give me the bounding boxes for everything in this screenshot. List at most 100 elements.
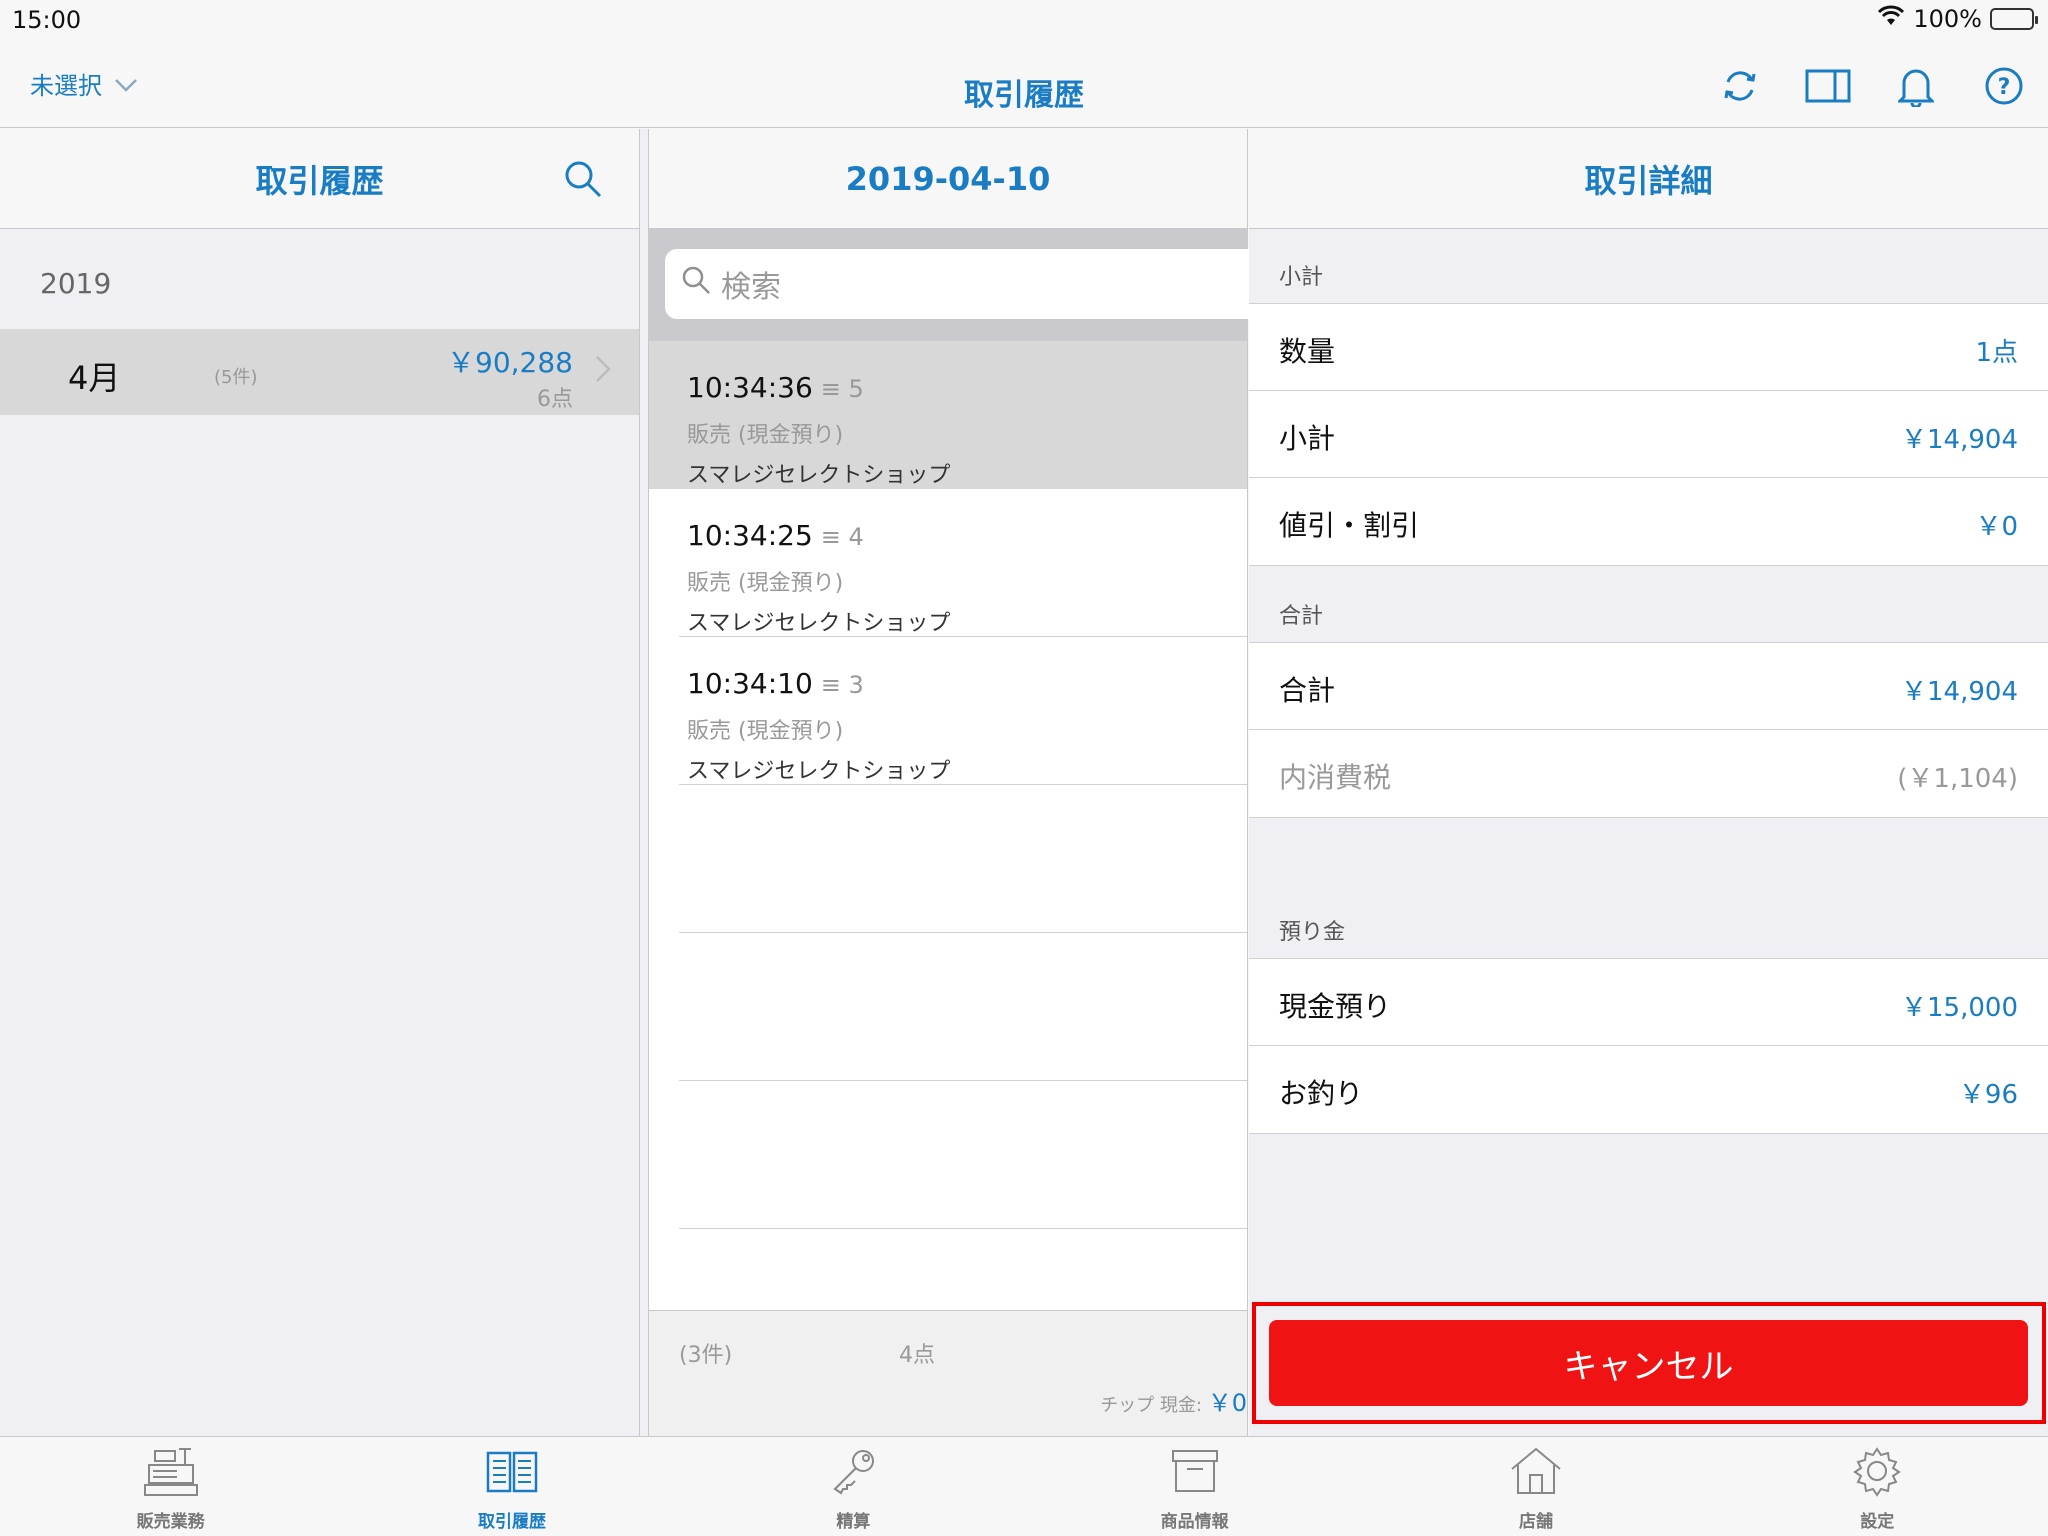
transaction-time: 10:34:36 bbox=[687, 371, 813, 404]
deposit-group: 現金預り ￥15,000 お釣り ￥96 bbox=[1249, 958, 2048, 1134]
detail-value: ￥96 bbox=[1958, 1080, 2018, 1110]
status-right: 100% bbox=[1877, 5, 2038, 33]
tip-label: チップ 現金: bbox=[1100, 1395, 1202, 1416]
empty-row bbox=[649, 1081, 1247, 1229]
month-count: (5件) bbox=[214, 367, 258, 388]
cancel-highlight: キャンセル bbox=[1252, 1302, 2046, 1424]
key-icon bbox=[823, 1445, 883, 1501]
transaction-shop: スマレジセレクトショップ bbox=[687, 611, 951, 636]
transaction-type: 販売 (現金預り) bbox=[687, 719, 844, 744]
tab-bar: 販売業務 取引履歴 精算 商品情報 店舗 設定 bbox=[0, 1436, 2048, 1536]
transaction-row[interactable]: 10:34:25 ≡ 4 販売 (現金預り) スマレジセレクトショップ bbox=[649, 489, 1247, 637]
nav-bar: 未選択 取引履歴 ? bbox=[0, 40, 2048, 128]
history-column: 取引履歴 2019 4月 (5件) ￥90,288 6点 bbox=[0, 129, 640, 1436]
detail-value: ￥14,904 bbox=[1901, 677, 2018, 707]
detail-row-cash: 現金預り ￥15,000 bbox=[1249, 959, 2048, 1046]
detail-value: ￥0 bbox=[1975, 512, 2018, 542]
tip-value: ￥0 bbox=[1207, 1389, 1247, 1417]
status-bar: 15:00 100% bbox=[0, 0, 2048, 40]
nav-actions: ? bbox=[1716, 62, 2028, 110]
detail-header: 取引詳細 bbox=[1249, 129, 2048, 229]
transaction-type: 販売 (現金預り) bbox=[687, 423, 844, 448]
detail-row-change: お釣り ￥96 bbox=[1249, 1046, 2048, 1133]
battery-icon bbox=[1990, 8, 2038, 30]
detail-label: 合計 bbox=[1279, 674, 1336, 707]
transaction-qty: ≡ 3 bbox=[820, 671, 864, 699]
detail-label: 小計 bbox=[1279, 422, 1336, 455]
detail-row-tax: 内消費税 (￥1,104) bbox=[1249, 730, 2048, 817]
transaction-row[interactable]: 10:34:36 ≡ 5 販売 (現金預り) スマレジセレクトショップ bbox=[649, 341, 1247, 489]
transaction-time: 10:34:25 bbox=[687, 519, 813, 552]
date-header-title: 2019-04-10 bbox=[845, 159, 1051, 198]
transactions-column: 2019-04-10 検索 10:34:36 ≡ 5 販売 (現金預り) スマレジ… bbox=[648, 129, 1265, 1436]
box-icon bbox=[1165, 1445, 1225, 1501]
tab-settings[interactable]: 設定 bbox=[1707, 1437, 2048, 1536]
history-header-title: 取引履歴 bbox=[255, 161, 384, 200]
year-section-label: 2019 bbox=[40, 267, 112, 300]
search-input[interactable]: 検索 bbox=[665, 249, 1265, 319]
battery-percent: 100% bbox=[1913, 5, 1982, 33]
tab-products[interactable]: 商品情報 bbox=[1024, 1437, 1365, 1536]
month-amount: ￥90,288 bbox=[447, 346, 573, 379]
empty-row bbox=[649, 933, 1247, 1081]
deposit-section-label: 預り金 bbox=[1279, 920, 1346, 945]
footer-points: 4点 bbox=[899, 1343, 935, 1368]
tab-label: 設定 bbox=[1860, 1512, 1895, 1532]
footer-count: (3件) bbox=[679, 1343, 733, 1368]
transaction-shop: スマレジセレクトショップ bbox=[687, 463, 951, 488]
empty-row bbox=[649, 785, 1247, 933]
help-icon[interactable]: ? bbox=[1980, 62, 2028, 110]
total-group: 合計 ￥14,904 内消費税 (￥1,104) bbox=[1249, 642, 2048, 818]
cancel-button[interactable]: キャンセル bbox=[1269, 1320, 2028, 1406]
search-icon[interactable] bbox=[563, 159, 603, 207]
month-row[interactable]: 4月 (5件) ￥90,288 6点 bbox=[0, 329, 639, 415]
tab-label: 精算 bbox=[836, 1512, 871, 1532]
status-time: 15:00 bbox=[12, 6, 82, 34]
detail-label: 内消費税 bbox=[1279, 761, 1392, 794]
tab-settlement[interactable]: 精算 bbox=[683, 1437, 1024, 1536]
detail-row-discount: 値引・割引 ￥0 bbox=[1249, 478, 2048, 565]
month-label: 4月 bbox=[68, 359, 121, 397]
detail-label: 数量 bbox=[1279, 335, 1336, 368]
transaction-time: 10:34:10 bbox=[687, 667, 813, 700]
column-gap bbox=[640, 129, 648, 1436]
register-icon bbox=[141, 1445, 201, 1501]
tab-label: 販売業務 bbox=[136, 1512, 205, 1532]
detail-label: 現金預り bbox=[1279, 990, 1392, 1023]
tab-label: 商品情報 bbox=[1160, 1512, 1229, 1532]
subtotal-group: 数量 1点 小計 ￥14,904 値引・割引 ￥0 bbox=[1249, 303, 2048, 566]
detail-row-total: 合計 ￥14,904 bbox=[1249, 643, 2048, 730]
transaction-qty: ≡ 5 bbox=[820, 375, 864, 403]
wifi-icon bbox=[1877, 5, 1905, 33]
total-section-label: 合計 bbox=[1279, 604, 1324, 629]
subtotal-section-label: 小計 bbox=[1279, 265, 1324, 290]
footer-tip: チップ 現金: ￥0 bbox=[1100, 1383, 1247, 1418]
svg-text:?: ? bbox=[1998, 75, 2011, 100]
tab-label: 取引履歴 bbox=[477, 1512, 546, 1532]
search-bar: 検索 bbox=[649, 229, 1265, 341]
tab-sales[interactable]: 販売業務 bbox=[0, 1437, 341, 1536]
detail-label: 値引・割引 bbox=[1279, 509, 1420, 542]
detail-column: 取引詳細 小計 数量 1点 小計 ￥14,904 値引・割引 ￥0 合計 合計 … bbox=[1249, 129, 2048, 1436]
month-points: 6点 bbox=[537, 387, 573, 412]
gear-icon bbox=[1847, 1445, 1907, 1501]
transaction-qty: ≡ 4 bbox=[820, 523, 864, 551]
detail-value: ￥14,904 bbox=[1901, 425, 2018, 455]
search-icon bbox=[681, 265, 711, 303]
tab-label: 店舗 bbox=[1518, 1512, 1553, 1532]
detail-row-quantity: 数量 1点 bbox=[1249, 304, 2048, 391]
transaction-row[interactable]: 10:34:10 ≡ 3 販売 (現金預り) スマレジセレクトショップ bbox=[649, 637, 1247, 785]
detail-value: 1点 bbox=[1975, 338, 2018, 368]
book-icon bbox=[482, 1445, 542, 1501]
chevron-right-icon bbox=[595, 355, 611, 391]
detail-value: (￥1,104) bbox=[1897, 764, 2018, 794]
transaction-type: 販売 (現金預り) bbox=[687, 571, 844, 596]
detail-value: ￥15,000 bbox=[1901, 993, 2018, 1023]
tab-history[interactable]: 取引履歴 bbox=[341, 1437, 682, 1536]
tab-store[interactable]: 店舗 bbox=[1365, 1437, 1706, 1536]
transactions-footer: (3件) 4点 チップ 現金: ￥0 bbox=[649, 1310, 1247, 1436]
split-view-icon[interactable] bbox=[1804, 62, 1852, 110]
refresh-icon[interactable] bbox=[1716, 62, 1764, 110]
detail-label: お釣り bbox=[1279, 1077, 1364, 1110]
bell-icon[interactable] bbox=[1892, 62, 1940, 110]
